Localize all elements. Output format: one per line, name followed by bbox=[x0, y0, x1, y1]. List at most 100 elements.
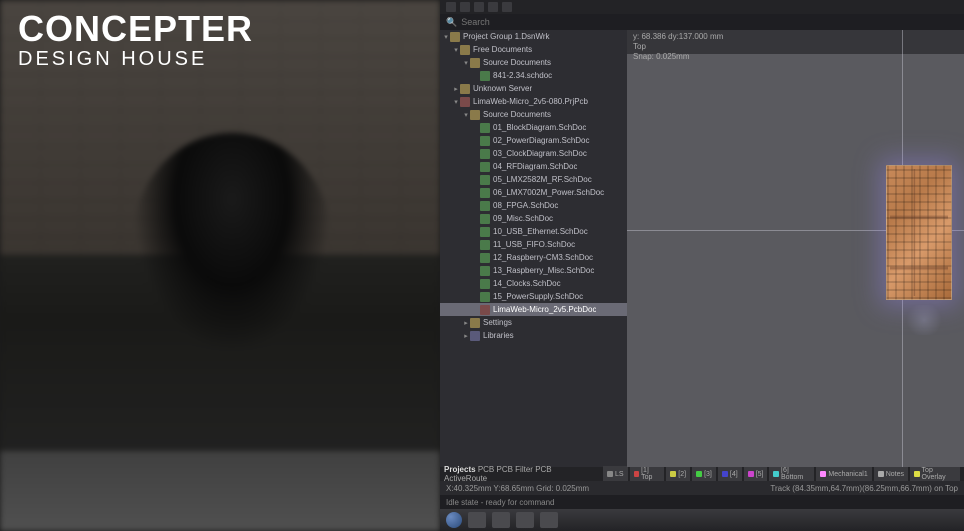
layer-tab-label: [3] bbox=[704, 471, 712, 478]
expand-icon[interactable]: ▾ bbox=[442, 33, 450, 41]
tree-item[interactable]: 10_USB_Ethernet.SchDoc bbox=[440, 225, 627, 238]
tree-item-label: Free Documents bbox=[473, 45, 532, 54]
tree-item[interactable]: 11_USB_FIFO.SchDoc bbox=[440, 238, 627, 251]
tree-item[interactable]: 841-2.34.schdoc bbox=[440, 69, 627, 82]
layer-tab-label: [4] bbox=[730, 471, 738, 478]
pcb-board-render[interactable] bbox=[886, 165, 952, 300]
logo-main: CONCEPTER bbox=[18, 8, 253, 50]
tree-item[interactable]: 14_Clocks.SchDoc bbox=[440, 277, 627, 290]
start-button[interactable] bbox=[446, 512, 462, 528]
pcb-software-window: 🔍 ▾Project Group 1.DsnWrk▾Free Documents… bbox=[440, 0, 964, 531]
tree-item[interactable]: 02_PowerDiagram.SchDoc bbox=[440, 134, 627, 147]
layer-color-swatch bbox=[773, 471, 779, 477]
layer-tab[interactable]: [1] Top bbox=[630, 466, 665, 482]
expand-icon[interactable]: ▾ bbox=[462, 59, 470, 67]
layer-tab-label: Mechanical1 bbox=[828, 471, 867, 478]
search-bar: 🔍 bbox=[440, 14, 964, 30]
layer-tab-label: [1] Top bbox=[641, 467, 660, 481]
toolbar-button[interactable] bbox=[446, 2, 456, 12]
layer-tab[interactable]: [3] bbox=[692, 466, 716, 482]
tree-item[interactable]: 08_FPGA.SchDoc bbox=[440, 199, 627, 212]
lib-icon bbox=[470, 331, 480, 341]
pcb-icon bbox=[460, 97, 470, 107]
tree-item-label: Unknown Server bbox=[473, 84, 532, 93]
expand-icon[interactable]: ▾ bbox=[462, 111, 470, 119]
panel-tab[interactable]: Projects bbox=[444, 465, 476, 474]
folder-icon bbox=[450, 32, 460, 42]
tree-item[interactable]: ▸Settings bbox=[440, 316, 627, 329]
tree-item[interactable]: 05_LMX2582M_RF.SchDoc bbox=[440, 173, 627, 186]
tree-item-label: 15_PowerSupply.SchDoc bbox=[493, 292, 583, 301]
expand-icon[interactable]: ▾ bbox=[452, 98, 460, 106]
tree-item[interactable]: 06_LMX7002M_Power.SchDoc bbox=[440, 186, 627, 199]
tree-item-label: 13_Raspberry_Misc.SchDoc bbox=[493, 266, 594, 275]
tree-item[interactable]: 04_RFDiagram.SchDoc bbox=[440, 160, 627, 173]
pcb-workspace[interactable]: y: 68.386 dy:137.000 mm Top Snap: 0.025m… bbox=[627, 30, 964, 467]
tree-item[interactable]: ▾ Source Documents bbox=[440, 56, 627, 69]
tree-item[interactable]: ▸Libraries bbox=[440, 329, 627, 342]
layer-tab[interactable]: LS bbox=[603, 466, 628, 482]
layer-tab[interactable]: [5] bbox=[744, 466, 768, 482]
toolbar-button[interactable] bbox=[474, 2, 484, 12]
layer-tab[interactable]: Top Overlay bbox=[910, 466, 960, 482]
tree-item[interactable]: ▾ Free Documents bbox=[440, 43, 627, 56]
tree-item[interactable]: 12_Raspberry-CM3.SchDoc bbox=[440, 251, 627, 264]
layer-color-swatch bbox=[670, 471, 676, 477]
tree-item-label: 14_Clocks.SchDoc bbox=[493, 279, 561, 288]
layer-color-swatch bbox=[607, 471, 613, 477]
tree-item-label: Project Group 1.DsnWrk bbox=[463, 32, 550, 41]
layer-tab[interactable]: [6] Bottom bbox=[769, 466, 814, 482]
toolbar-button[interactable] bbox=[460, 2, 470, 12]
toolbar-button[interactable] bbox=[488, 2, 498, 12]
tree-item-label: 05_LMX2582M_RF.SchDoc bbox=[493, 175, 592, 184]
taskbar-item[interactable] bbox=[468, 512, 486, 528]
tree-item[interactable]: ▸ Unknown Server bbox=[440, 82, 627, 95]
layer-tab-label: Notes bbox=[886, 471, 904, 478]
toolbar-top bbox=[440, 0, 964, 14]
coord-layer: Top bbox=[633, 42, 958, 52]
schdoc-icon bbox=[480, 292, 490, 302]
bg-person bbox=[132, 133, 332, 353]
expand-icon[interactable]: ▸ bbox=[452, 85, 460, 93]
layer-tab[interactable]: [2] bbox=[666, 466, 690, 482]
tree-item[interactable]: ▾Source Documents bbox=[440, 108, 627, 121]
tree-item[interactable]: 13_Raspberry_Misc.SchDoc bbox=[440, 264, 627, 277]
expand-icon[interactable]: ▸ bbox=[462, 332, 470, 340]
layer-tab-label: Top Overlay bbox=[922, 467, 956, 481]
panel-tab[interactable]: PCB Filter bbox=[497, 465, 533, 474]
taskbar-item[interactable] bbox=[516, 512, 534, 528]
panel-tab[interactable]: PCB bbox=[478, 465, 494, 474]
folder-icon bbox=[470, 318, 480, 328]
tree-item-label: 03_ClockDiagram.SchDoc bbox=[493, 149, 587, 158]
command-text: Idle state - ready for command bbox=[446, 498, 555, 507]
tree-item[interactable]: ▾ Project Group 1.DsnWrk bbox=[440, 30, 627, 43]
taskbar-item[interactable] bbox=[540, 512, 558, 528]
toolbar-button[interactable] bbox=[502, 2, 512, 12]
expand-icon[interactable]: ▸ bbox=[462, 319, 470, 327]
coord-snap: Snap: 0.025mm bbox=[633, 52, 958, 62]
layer-tab[interactable]: Mechanical1 bbox=[816, 466, 871, 482]
layer-tab-label: [2] bbox=[678, 471, 686, 478]
tree-item-label: LimaWeb-Micro_2v5.PcbDoc bbox=[493, 305, 596, 314]
search-input[interactable] bbox=[461, 17, 958, 27]
taskbar-item[interactable] bbox=[492, 512, 510, 528]
logo-sub: DESIGN HOUSE bbox=[18, 48, 253, 71]
main-area: ▾Project Group 1.DsnWrk▾Free Documents▾S… bbox=[440, 30, 964, 467]
tree-item[interactable]: ▾LimaWeb-Micro_2v5-080.PrjPcb bbox=[440, 95, 627, 108]
status-track-info: Track (84.35mm,64.7mm)(86.25mm,66.7mm) o… bbox=[770, 484, 958, 493]
layer-tab[interactable]: [4] bbox=[718, 466, 742, 482]
folder-icon bbox=[460, 84, 470, 94]
tree-item[interactable]: 03_ClockDiagram.SchDoc bbox=[440, 147, 627, 160]
tree-item[interactable]: 09_Misc.SchDoc bbox=[440, 212, 627, 225]
status-coords: X:40.325mm Y:68.65mm Grid: 0.025mm bbox=[446, 484, 589, 493]
tree-item[interactable]: 01_BlockDiagram.SchDoc bbox=[440, 121, 627, 134]
expand-icon[interactable]: ▾ bbox=[452, 46, 460, 54]
tree-item-label: Source Documents bbox=[483, 58, 551, 67]
layer-tabs: LS [1] Top [2] [3] [4] [5][6] Bottom Mechanica… bbox=[603, 466, 960, 482]
tree-item[interactable]: LimaWeb-Micro_2v5.PcbDoc bbox=[440, 303, 627, 316]
schdoc-icon bbox=[480, 162, 490, 172]
layer-tab[interactable]: Notes bbox=[874, 466, 908, 482]
project-tree-panel: ▾Project Group 1.DsnWrk▾Free Documents▾S… bbox=[440, 30, 627, 467]
tree-item-label: 08_FPGA.SchDoc bbox=[493, 201, 558, 210]
tree-item[interactable]: 15_PowerSupply.SchDoc bbox=[440, 290, 627, 303]
